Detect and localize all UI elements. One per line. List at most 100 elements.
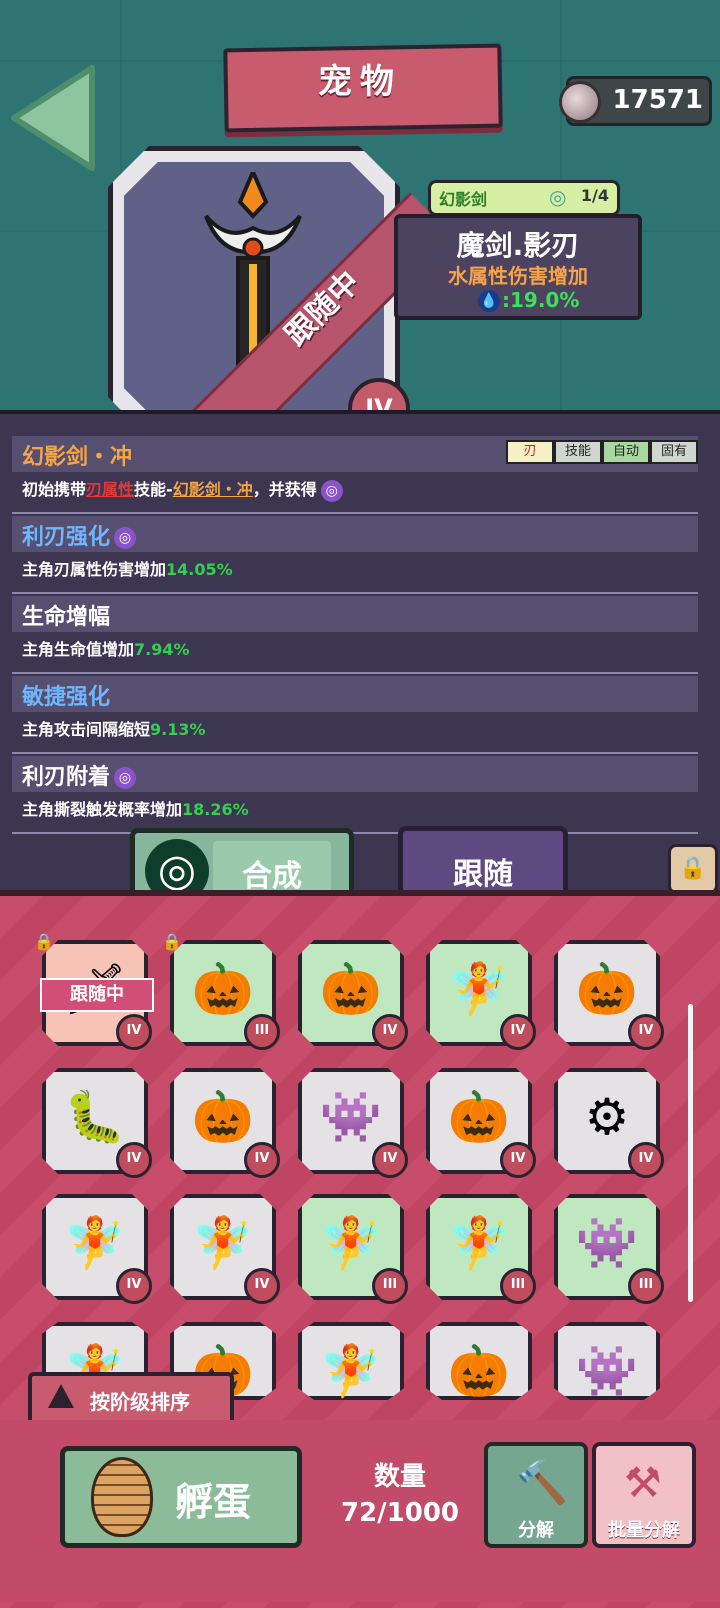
skill-description: 主角生命值增加7.94% xyxy=(22,636,190,660)
fairy-pet-icon: 🧚 xyxy=(319,1214,383,1272)
pet-card[interactable]: 🎃 IV xyxy=(426,1068,536,1178)
skill-tag-skill: 技能 xyxy=(554,440,602,464)
skill-value: 7.94% xyxy=(134,640,190,659)
pet-attribute-value: :19.0% xyxy=(502,288,580,312)
tier-badge: IV xyxy=(244,1268,280,1304)
hammer-icon: 🔨 xyxy=(516,1458,569,1507)
decompose-label: 分解 xyxy=(518,1520,554,1541)
pet-card[interactable]: 🎃 xyxy=(426,1322,532,1400)
skill-tag-blade: 刃 xyxy=(506,440,554,464)
purple-pet-icon: 👾 xyxy=(319,1088,383,1146)
pet-card[interactable]: 👾 III xyxy=(554,1194,664,1304)
pet-name: 魔剑.影刃 xyxy=(456,229,580,262)
drone-pet-icon: ⚙ xyxy=(584,1088,630,1146)
fairy-pet-icon: 🧚 xyxy=(319,1342,383,1400)
page-title: 宠物 xyxy=(318,62,402,102)
desc-text: ，并获得 xyxy=(252,480,317,499)
fairy-pet-icon: 🧚 xyxy=(63,1214,127,1272)
pet-card[interactable]: 🧚 IV xyxy=(170,1194,280,1304)
fairy-pet-icon: 🧚 xyxy=(447,960,511,1018)
tier-badge: IV xyxy=(628,1142,664,1178)
skill-description: 主角攻击间隔缩短9.13% xyxy=(22,716,206,740)
skill-description: 主角撕裂触发概率增加18.26% xyxy=(22,796,249,820)
decompose-button[interactable]: 🔨 分解 xyxy=(484,1442,588,1548)
pet-card[interactable]: 🐛 IV xyxy=(42,1068,152,1178)
divider xyxy=(12,752,698,754)
skill-tag-auto: 自动 xyxy=(602,440,650,464)
pet-card[interactable]: 🧚 IV xyxy=(42,1194,152,1304)
skill-header xyxy=(12,676,698,712)
lock-button[interactable]: 🔒 xyxy=(668,844,718,894)
swirl-icon: ◎ xyxy=(114,527,137,549)
divider xyxy=(12,672,698,674)
desc-text: 主角攻击间隔缩短 xyxy=(22,720,151,739)
pet-card[interactable]: 👾 IV xyxy=(298,1068,408,1178)
batch-decompose-button[interactable]: ⚒ 批量分解 xyxy=(592,1442,696,1548)
combine-label: 合成 xyxy=(242,859,302,894)
pet-card[interactable]: 🧚 III xyxy=(426,1194,536,1304)
swirl-icon: ◎ xyxy=(320,479,343,502)
water-drop-icon: 💧 xyxy=(478,290,500,312)
pet-card[interactable]: 🧚 III xyxy=(298,1194,408,1304)
pumpkin-pet-icon: 🎃 xyxy=(191,1088,255,1146)
pumpkin-pet-icon: 🎃 xyxy=(447,1342,511,1400)
divider xyxy=(12,512,698,514)
pet-card[interactable]: 🧚 IV xyxy=(426,940,536,1050)
back-button[interactable] xyxy=(8,62,96,174)
pet-card[interactable]: ⚙ IV xyxy=(554,1068,664,1178)
tier-badge: IV xyxy=(372,1014,408,1050)
pet-card[interactable]: 🧚 xyxy=(298,1322,404,1400)
back-arrow-icon xyxy=(11,65,95,171)
follow-label: 跟随 xyxy=(453,857,513,892)
skill-panel: 幻影剑・冲 刃 技能 自动 固有 初始携带刃属性技能-幻影剑・冲，并获得 ◎ 利刃… xyxy=(0,410,720,890)
triangle-icon xyxy=(48,1384,74,1408)
tier-badge: IV xyxy=(500,1014,536,1050)
batch-decompose-label: 批量分解 xyxy=(608,1520,680,1541)
series-tag: 幻影剑 ◎ 1/4 xyxy=(428,180,620,216)
pet-card[interactable]: 👾 xyxy=(554,1322,660,1400)
pumpkin-pet-icon: 🎃 xyxy=(575,960,639,1018)
tier-badge: III xyxy=(372,1268,408,1304)
divider xyxy=(12,592,698,594)
hatch-label: 孵蛋 xyxy=(175,1480,252,1524)
coin-counter: 17571 xyxy=(559,76,712,126)
desc-text: 主角刃属性伤害增加 xyxy=(22,560,167,579)
skill-value: 18.26% xyxy=(182,800,249,819)
sort-label: 按阶级排序 xyxy=(90,1390,190,1414)
pet-attribute: 水属性伤害增加 xyxy=(448,264,588,288)
pet-card[interactable]: 🗡IV跟随中🔒 xyxy=(34,932,154,1050)
spring-pet-icon: 🐛 xyxy=(63,1088,127,1146)
series-name: 幻影剑 xyxy=(439,190,488,209)
skill-tag-innate: 固有 xyxy=(650,440,698,464)
pet-card[interactable]: 🎃 IV xyxy=(298,940,408,1050)
tier-badge: III xyxy=(628,1268,664,1304)
skill-title-text: 利刃附着 xyxy=(22,765,111,790)
skill-value: 9.13% xyxy=(150,720,206,739)
skill-title-text: 利刃强化 xyxy=(22,525,111,550)
skill-header xyxy=(12,596,698,632)
hatch-button[interactable]: 孵蛋 xyxy=(60,1446,302,1548)
pet-card[interactable]: 🎃 IV xyxy=(170,1068,280,1178)
purple-pet-icon: 👾 xyxy=(575,1214,639,1272)
pet-card[interactable]: 🎃 III 🔒 xyxy=(162,932,280,1050)
pet-info-card: 魔剑.影刃 水属性伤害增加 💧 :19.0% xyxy=(394,214,642,320)
tier-badge: IV xyxy=(500,1142,536,1178)
tier-badge: IV xyxy=(628,1014,664,1050)
pet-card[interactable]: 🎃 IV xyxy=(554,940,664,1050)
skill-description: 主角刃属性伤害增加14.05% xyxy=(22,556,233,580)
scrollbar[interactable] xyxy=(688,1004,693,1302)
desc-text: 主角生命值增加 xyxy=(22,640,135,659)
tier-badge: IV xyxy=(244,1142,280,1178)
tier-badge: IV xyxy=(372,1142,408,1178)
skill-value: 14.05% xyxy=(166,560,233,579)
lock-icon: 🔒 xyxy=(34,932,54,951)
desc-text: 主角撕裂触发概率增加 xyxy=(22,800,183,819)
skill-title: 敏捷强化 xyxy=(22,685,111,710)
skill-title: 幻影剑・冲 xyxy=(22,445,133,470)
divider xyxy=(12,832,698,834)
count-title: 数量 xyxy=(373,1462,426,1492)
pumpkin-pet-icon: 🎃 xyxy=(319,960,383,1018)
fairy-pet-icon: 🧚 xyxy=(191,1214,255,1272)
tier-badge: III xyxy=(500,1268,536,1304)
series-count: 1/4 xyxy=(580,186,609,205)
